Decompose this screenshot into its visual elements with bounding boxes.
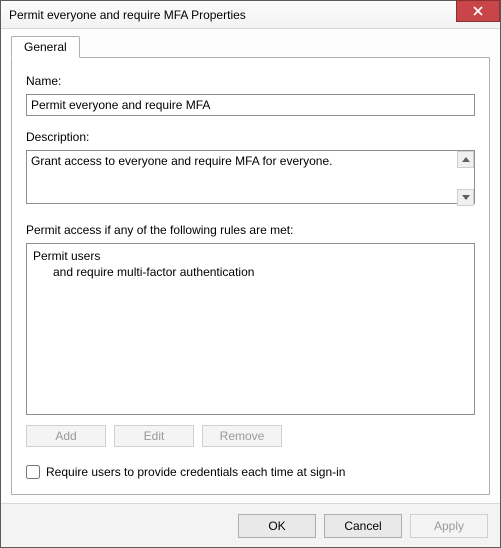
scroll-up-button[interactable] <box>457 151 474 168</box>
properties-dialog: Permit everyone and require MFA Properti… <box>0 0 501 548</box>
edit-button[interactable]: Edit <box>114 425 194 447</box>
add-button[interactable]: Add <box>26 425 106 447</box>
ok-button[interactable]: OK <box>238 514 316 538</box>
window-title: Permit everyone and require MFA Properti… <box>9 8 246 22</box>
remove-button[interactable]: Remove <box>202 425 282 447</box>
require-credentials-label: Require users to provide credentials eac… <box>46 465 345 479</box>
rules-label: Permit access if any of the following ru… <box>26 223 475 237</box>
close-icon <box>473 6 483 16</box>
description-wrapper <box>26 150 475 207</box>
tabpanel-general: Name: Description: Permit access if any … <box>11 57 490 495</box>
apply-button[interactable]: Apply <box>410 514 488 538</box>
cancel-button[interactable]: Cancel <box>324 514 402 538</box>
rules-listbox[interactable]: Permit users and require multi-factor au… <box>26 243 475 415</box>
require-credentials-checkbox[interactable] <box>26 465 40 479</box>
description-scrollbar <box>457 151 474 206</box>
require-credentials-row: Require users to provide credentials eac… <box>26 465 475 479</box>
tabstrip: General <box>11 35 490 57</box>
dialog-footer: OK Cancel Apply <box>1 503 500 547</box>
description-label: Description: <box>26 130 475 144</box>
description-input[interactable] <box>26 150 475 204</box>
name-label: Name: <box>26 74 475 88</box>
scroll-down-button[interactable] <box>457 189 474 206</box>
titlebar: Permit everyone and require MFA Properti… <box>1 1 500 29</box>
tab-general[interactable]: General <box>11 36 80 58</box>
chevron-down-icon <box>462 195 470 200</box>
chevron-up-icon <box>462 157 470 162</box>
client-area: General Name: Description: Permit access… <box>1 29 500 503</box>
close-button[interactable] <box>456 0 500 22</box>
rules-button-row: Add Edit Remove <box>26 425 475 447</box>
name-input[interactable] <box>26 94 475 116</box>
